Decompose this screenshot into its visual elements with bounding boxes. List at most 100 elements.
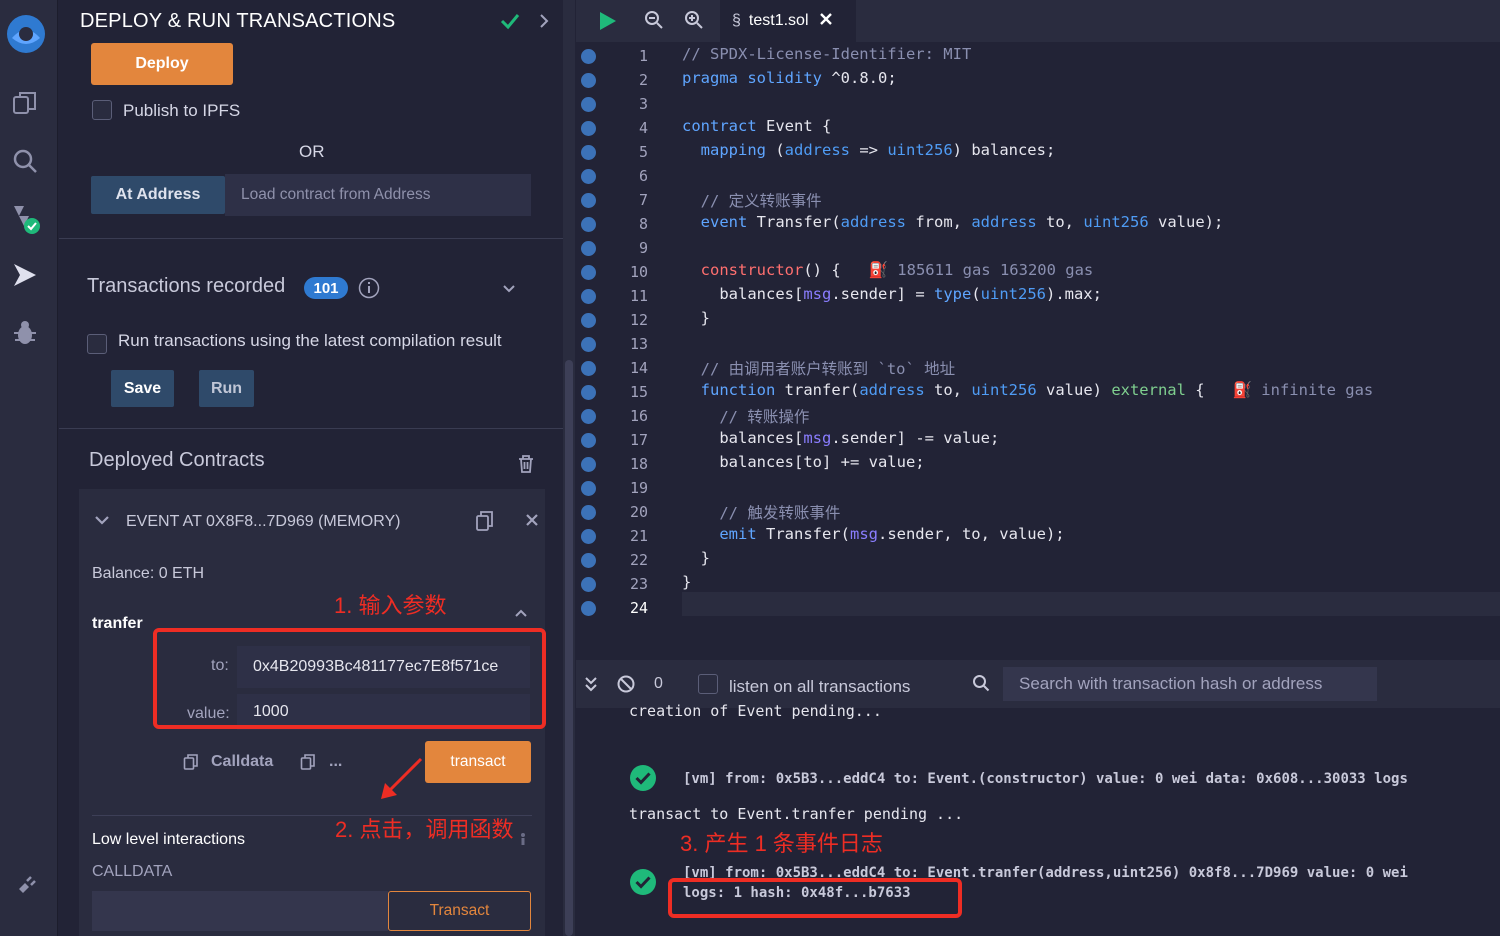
calldata-copy-icon[interactable] [183,753,199,776]
trash-icon[interactable] [517,454,535,479]
divider [59,428,563,429]
breakpoint-dot[interactable] [581,409,596,424]
parameters-ellipsis: ... [329,753,343,770]
at-address-input[interactable]: Load contract from Address [225,174,531,216]
breakpoint-dot[interactable] [581,121,596,136]
calldata-caps-label: CALLDATA [92,863,173,880]
breakpoint-dot[interactable] [581,241,596,256]
code-line-8: event Transfer(address from, address to,… [700,213,1224,231]
collapse-terminal-icon[interactable] [584,675,598,698]
file-explorer-icon[interactable] [8,86,42,120]
code-line-23: } [682,573,692,591]
code-line-7: // 定义转账事件 [700,192,822,210]
annotation-box-params [153,628,546,729]
tab-test1-sol[interactable]: § test1.sol [720,0,856,42]
parameters-copy-icon[interactable] [300,753,316,776]
breakpoint-dot[interactable] [581,265,596,280]
breakpoint-dot[interactable] [581,313,596,328]
breakpoint-dot[interactable] [581,361,596,376]
close-tab-icon[interactable] [819,12,833,31]
run-button[interactable]: Run [199,370,254,407]
line-number: 7 [638,191,648,209]
code-line-5: mapping (address => uint256) balances; [700,141,1056,159]
solidity-compiler-icon[interactable] [8,202,42,236]
zoom-out-icon[interactable] [644,10,664,35]
line-number: 16 [629,407,648,425]
close-icon[interactable] [525,513,539,532]
calldata-label[interactable]: Calldata [211,753,273,771]
calldata-input[interactable] [92,891,388,931]
breakpoint-dot[interactable] [581,169,596,184]
tab-label: test1.sol [748,12,809,29]
breakpoint-dot[interactable] [581,217,596,232]
debugger-icon[interactable] [8,316,42,350]
zoom-in-icon[interactable] [684,10,704,35]
breakpoint-dot[interactable] [581,193,596,208]
low-level-info-icon[interactable] [517,832,529,851]
count-text: 101 [313,279,339,297]
breakpoint-dot[interactable] [581,457,596,472]
success-check-icon [629,764,657,797]
icon-sidebar [0,0,58,936]
function-name: tranfer [92,615,143,632]
panel-scrollbar-thumb[interactable] [565,360,573,936]
plugin-manager-icon[interactable] [8,870,42,904]
copy-icon[interactable] [475,510,495,537]
low-level-transact-button[interactable]: Transact [388,891,531,931]
run-script-icon[interactable] [596,10,618,37]
terminal-toolbar: 0 listen on all transactions Search with… [576,660,1500,708]
code-line-20: // 触发转账事件 [719,504,841,522]
log-vm-constructor[interactable]: [vm] from: 0x5B3...eddC4 to: Event.(cons… [683,771,1408,787]
breakpoint-dot[interactable] [581,481,596,496]
save-button[interactable]: Save [111,370,174,407]
transactions-count-badge: 101 [304,277,348,299]
breakpoint-dot[interactable] [581,145,596,160]
code-line-16: // 转账操作 [719,408,810,426]
deploy-run-icon[interactable] [8,258,42,292]
remix-logo-icon[interactable] [4,12,48,56]
chevron-down-icon[interactable] [501,282,517,300]
panel-title: DEPLOY & RUN TRANSACTIONS [80,10,396,32]
line-number: 12 [629,311,648,329]
listen-all-checkbox[interactable] [698,674,718,694]
terminal-search-input[interactable]: Search with transaction hash or address [1003,667,1377,701]
gas-estimate-function: infinite gas [1261,381,1374,399]
breakpoint-dot[interactable] [581,385,596,400]
line-number: 1 [638,47,648,65]
code-line-11: balances[msg.sender] = type(uint256).max… [682,285,1102,303]
at-address-button[interactable]: At Address [91,176,225,214]
publish-ipfs-checkbox[interactable] [92,100,112,120]
terminal-search-icon[interactable] [972,674,990,697]
breakpoint-dot[interactable] [581,433,596,448]
breakpoint-dot[interactable] [581,337,596,352]
breakpoint-dot[interactable] [581,505,596,520]
deployed-contracts-title: Deployed Contracts [89,449,265,471]
line-number: 13 [629,335,648,353]
log-pending-creation: creation of Event pending... [629,702,882,720]
breakpoint-dot[interactable] [581,553,596,568]
breakpoint-dot[interactable] [581,601,596,616]
run-latest-checkbox[interactable] [87,334,107,354]
breakpoint-dot[interactable] [581,97,596,112]
info-icon[interactable] [358,277,380,304]
deploy-button[interactable]: Deploy [91,43,233,85]
breakpoint-dot[interactable] [581,49,596,64]
transact-button[interactable]: transact [425,741,531,783]
code-line-4: contract Event { [682,117,832,135]
clear-console-icon[interactable] [617,675,635,698]
code-line-10: constructor() { ⛽ 185611 gas 163200 gas [700,261,1094,279]
breakpoint-dot[interactable] [581,577,596,592]
annotation-step3: 3. 产生 1 条事件日志 [680,831,883,856]
line-number: 21 [629,527,648,545]
breakpoint-dot[interactable] [581,73,596,88]
breakpoint-dot[interactable] [581,529,596,544]
chevron-right-icon[interactable] [537,12,551,35]
line-number: 18 [629,455,648,473]
code-line-1: // SPDX-License-Identifier: MIT [682,45,972,63]
collapse-up-icon[interactable] [513,606,529,624]
search-icon[interactable] [8,144,42,178]
low-level-title: Low level interactions [92,831,245,848]
instance-chevron-icon[interactable] [94,514,110,533]
breakpoint-dot[interactable] [581,289,596,304]
current-line-highlight [682,592,1500,616]
